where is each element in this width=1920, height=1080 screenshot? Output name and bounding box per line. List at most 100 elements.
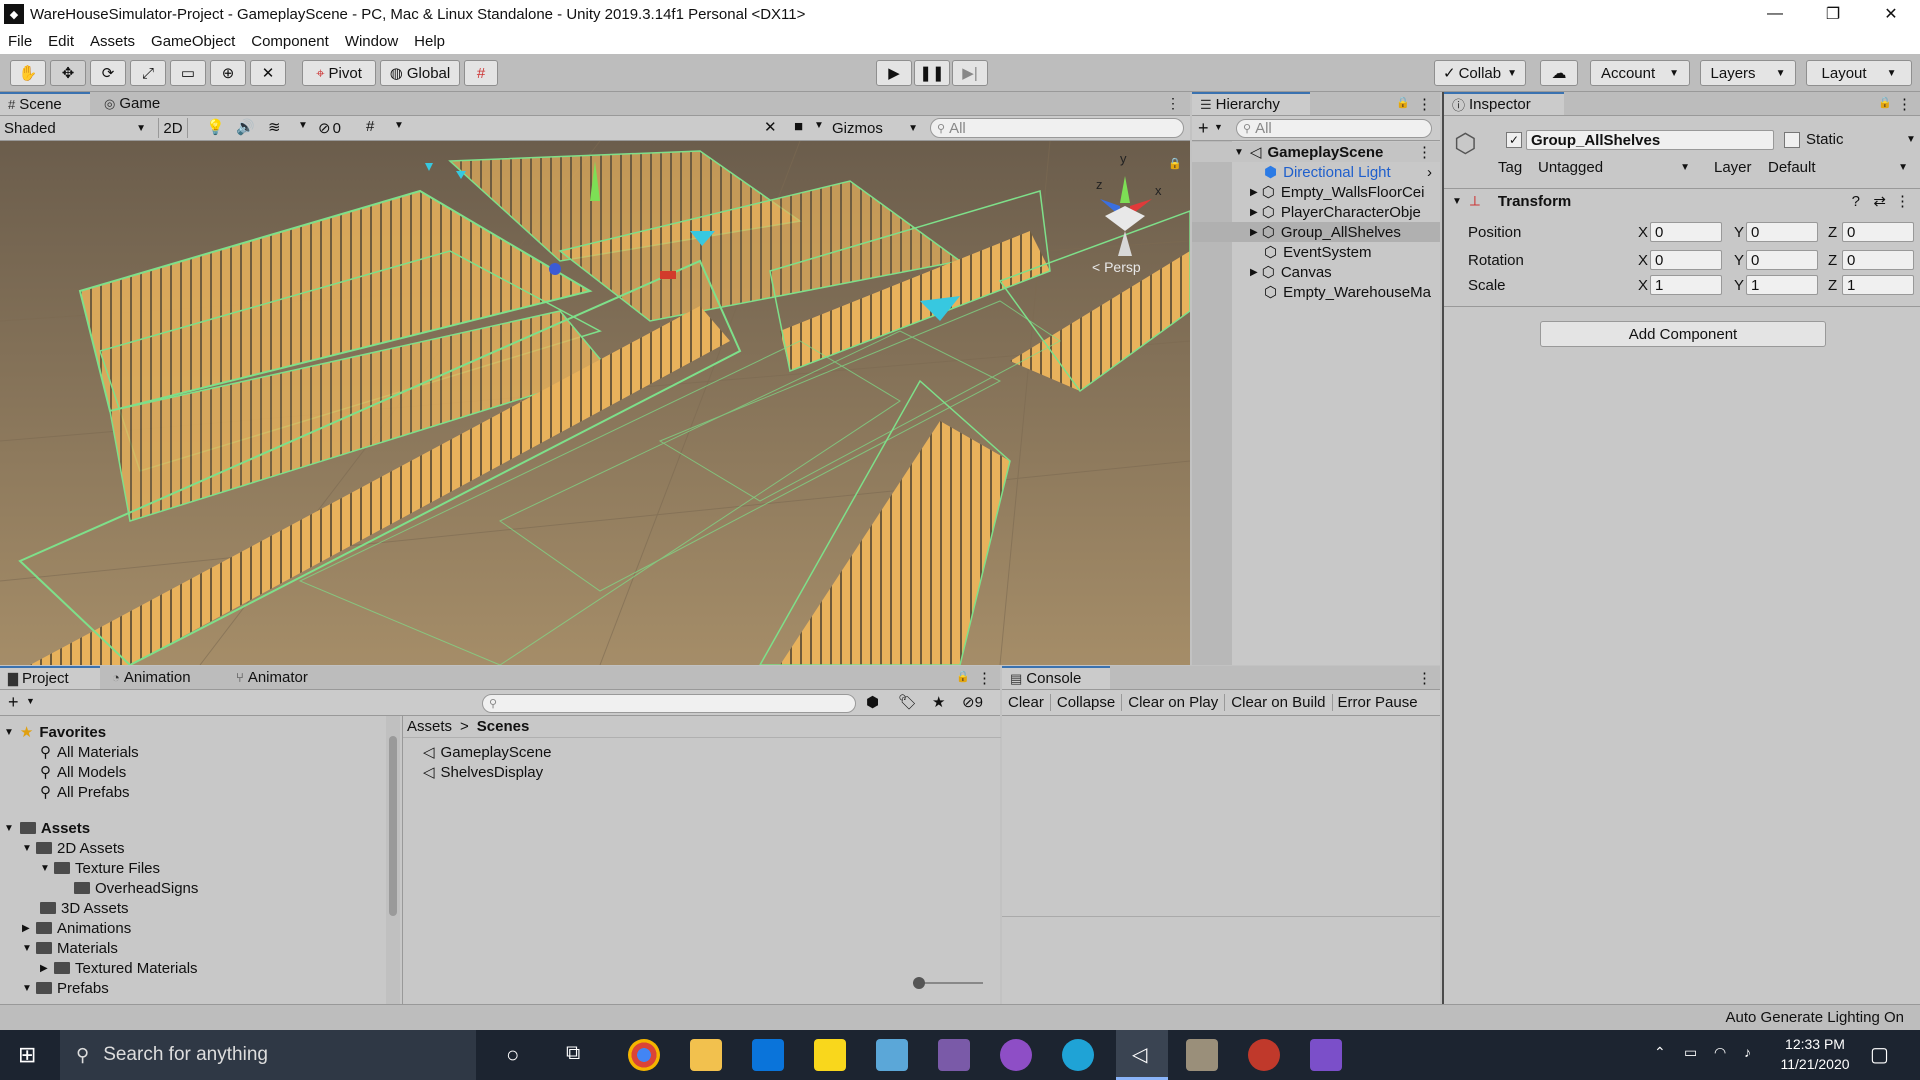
scene-viewport[interactable]: y x z 🔒 < Persp	[0, 141, 1190, 665]
more-icon[interactable]: ⋮	[1895, 192, 1910, 210]
chevron-right-icon[interactable]: ▶	[1250, 207, 1258, 218]
active-checkbox[interactable]: ✓	[1506, 132, 1522, 148]
tree-folder[interactable]: ▼ 2D Assets	[22, 838, 125, 858]
add-component-button[interactable]: Add Component	[1540, 321, 1826, 347]
chevron-down-icon[interactable]: ▼	[22, 983, 36, 994]
tab-project[interactable]: ▇ Project	[0, 666, 100, 689]
hierarchy-search-input[interactable]: ⚲ All	[1236, 119, 1432, 138]
assets-root-row[interactable]: ▼ Assets	[4, 818, 90, 838]
global-toggle[interactable]: ◍ Global	[380, 60, 460, 86]
chevron-right-icon[interactable]: ▶	[1250, 187, 1258, 198]
position-x-field[interactable]: 0	[1650, 222, 1722, 242]
rect-tool-button[interactable]: ▭	[170, 60, 206, 86]
camera-icon[interactable]: ■	[794, 118, 803, 135]
hierarchy-item[interactable]: ▶ ⬡ PlayerCharacterObje	[1192, 202, 1440, 222]
task-view-icon[interactable]: ⧉	[566, 1042, 580, 1065]
visual-studio-icon[interactable]	[1310, 1039, 1342, 1071]
tree-folder[interactable]: ▼ Prefabs	[22, 978, 109, 998]
minimize-button[interactable]: —	[1746, 0, 1804, 28]
rotation-x-field[interactable]: 0	[1650, 250, 1722, 270]
account-dropdown[interactable]: Account ▼	[1590, 60, 1690, 86]
taskbar-clock[interactable]: 12:33 PM 11/21/2020	[1770, 1034, 1860, 1076]
2d-toggle[interactable]: 2D	[158, 118, 188, 138]
chevron-down-icon[interactable]: ▼	[26, 696, 35, 706]
chevron-right-icon[interactable]: ▶	[1250, 227, 1258, 238]
chevron-down-icon[interactable]: ▼	[22, 943, 36, 954]
unity-taskbar-button[interactable]: ◁	[1116, 1030, 1168, 1080]
lighting-icon[interactable]: 💡	[206, 118, 225, 136]
hierarchy-item[interactable]: ▶ ⬡ Canvas	[1192, 262, 1440, 282]
chevron-up-icon[interactable]: ⌃	[1654, 1044, 1666, 1061]
perspective-label[interactable]: < Persp	[1092, 259, 1141, 275]
favorite-item[interactable]: ⚲ All Materials	[40, 742, 139, 762]
rotation-z-field[interactable]: 0	[1842, 250, 1914, 270]
chevron-right-icon[interactable]: ▶	[40, 963, 54, 974]
gizmos-dropdown[interactable]: Gizmos ▼	[832, 118, 918, 138]
step-button[interactable]: ▶|	[952, 60, 988, 86]
collab-dropdown[interactable]: ✓ Collab ▼	[1434, 60, 1526, 86]
tree-scrollbar[interactable]	[386, 716, 400, 1004]
file-explorer-icon[interactable]	[690, 1039, 722, 1071]
lock-icon[interactable]: 🔒	[1168, 157, 1182, 170]
more-icon[interactable]: ⋮	[1897, 95, 1912, 113]
favorite-item[interactable]: ⚲ All Models	[40, 762, 126, 782]
custom-tool-button[interactable]: ✕	[250, 60, 286, 86]
hidden-packages-toggle[interactable]: ⊘ 9	[962, 693, 983, 712]
tree-folder[interactable]: OverheadSigns	[74, 878, 198, 898]
tree-folder[interactable]: ▼ Materials	[22, 938, 118, 958]
collapse-button[interactable]: Collapse	[1051, 694, 1123, 711]
app-icon[interactable]	[1186, 1039, 1218, 1071]
chevron-down-icon[interactable]: ▼	[4, 823, 14, 834]
chevron-right-icon[interactable]: ▶	[1250, 267, 1258, 278]
shading-dropdown[interactable]: Shaded ▼	[4, 118, 150, 138]
tab-animator[interactable]: ⑂ Animator	[228, 666, 316, 689]
layer-dropdown[interactable]: Default ▼	[1762, 157, 1914, 177]
sticky-notes-icon[interactable]	[814, 1039, 846, 1071]
notification-icon[interactable]: ▢	[1870, 1042, 1889, 1067]
breadcrumb-scenes[interactable]: Scenes	[477, 718, 530, 735]
rotate-tool-button[interactable]: ⟳	[90, 60, 126, 86]
add-icon[interactable]: +	[8, 692, 19, 713]
menu-assets[interactable]: Assets	[82, 33, 143, 50]
tree-folder[interactable]: ▼ Texture Files	[40, 858, 160, 878]
tag-dropdown[interactable]: Untagged ▼	[1532, 157, 1696, 177]
breadcrumb-assets[interactable]: Assets	[407, 718, 452, 735]
github-icon[interactable]	[1000, 1039, 1032, 1071]
discord-icon[interactable]	[938, 1039, 970, 1071]
help-icon[interactable]: ?	[1852, 193, 1860, 210]
menu-help[interactable]: Help	[406, 33, 453, 50]
tree-folder[interactable]: ▶ Textured Materials	[40, 958, 198, 978]
file-item[interactable]: ◁ ShelvesDisplay	[423, 762, 543, 782]
chevron-down-icon[interactable]: ▼	[1214, 122, 1223, 132]
scale-tool-button[interactable]: ⤢	[130, 60, 166, 86]
cortana-icon[interactable]: ○	[506, 1042, 519, 1068]
hierarchy-item-selected[interactable]: ▶ ⬡ Group_AllShelves	[1192, 222, 1440, 242]
tab-animation[interactable]: ◔ Animation	[104, 666, 199, 689]
taskbar-search[interactable]: ⚲ Search for anything	[60, 1030, 476, 1080]
star-icon[interactable]: ★	[932, 693, 945, 711]
tab-game[interactable]: ◎ Game	[96, 92, 168, 115]
project-search-input[interactable]: ⚲	[482, 694, 856, 713]
layers-dropdown[interactable]: Layers ▼	[1700, 60, 1796, 86]
lock-icon[interactable]: 🔒	[1878, 96, 1892, 109]
add-icon[interactable]: +	[1198, 118, 1209, 139]
chevron-right-icon[interactable]: ▶	[22, 923, 36, 934]
tab-hierarchy[interactable]: ☰ Hierarchy	[1192, 92, 1310, 115]
hand-tool-button[interactable]: ✋	[10, 60, 46, 86]
clear-on-build-button[interactable]: Clear on Build	[1225, 694, 1333, 711]
more-icon[interactable]: ⋮	[977, 669, 992, 687]
chevron-down-icon[interactable]: ▼	[1234, 147, 1244, 158]
chevron-down-icon[interactable]: ▼	[298, 120, 308, 131]
chevron-down-icon[interactable]: ▼	[4, 727, 14, 738]
chevron-down-icon[interactable]: ▼	[40, 863, 54, 874]
clear-on-play-button[interactable]: Clear on Play	[1122, 694, 1226, 711]
tree-folder[interactable]: ▶ Animations	[22, 918, 131, 938]
lock-icon[interactable]: 🔒	[956, 670, 970, 683]
grid-icon[interactable]: #	[366, 118, 374, 135]
chevron-right-icon[interactable]: ›	[1427, 164, 1432, 181]
cloud-button[interactable]: ☁	[1540, 60, 1578, 86]
hierarchy-item[interactable]: ▶ ⬡ Empty_WallsFloorCei	[1192, 182, 1440, 202]
tools-icon[interactable]: ✕	[764, 118, 777, 136]
windows-start-icon[interactable]: ⊞	[18, 1042, 36, 1068]
obs-icon[interactable]	[1248, 1039, 1280, 1071]
